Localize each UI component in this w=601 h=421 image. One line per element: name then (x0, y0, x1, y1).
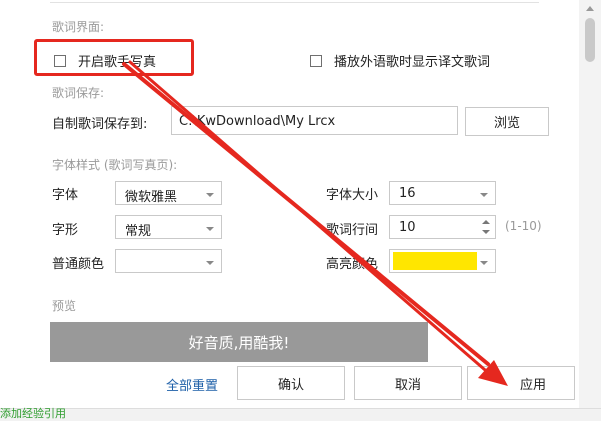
reset-all-link[interactable]: 全部重置 (166, 375, 218, 394)
chevron-down-icon (480, 261, 488, 265)
stepper-down-icon[interactable] (482, 230, 490, 234)
show-translation-label: 播放外语歌时显示译文歌词 (334, 55, 491, 70)
chevron-down-icon (480, 193, 488, 197)
save-path-input[interactable]: C:\KwDownload\My Lrcx (171, 106, 458, 135)
line-spacing-value: 10 (399, 220, 416, 235)
font-shape-label: 字形 (52, 223, 79, 238)
bottom-left-text: 添加经验引用 (0, 407, 66, 420)
font-shape-select[interactable]: 常规 (115, 215, 222, 239)
scrollbar-thumb[interactable] (585, 18, 595, 62)
apply-button[interactable]: 应用 (467, 366, 575, 400)
browse-button[interactable]: 浏览 (465, 107, 549, 136)
chevron-down-icon (206, 227, 214, 231)
confirm-button[interactable]: 确认 (237, 366, 345, 400)
line-spacing-label: 歌词行间 (326, 223, 379, 238)
section-title-lyrics-ui: 歌词界面: (52, 20, 105, 34)
font-select[interactable]: 微软雅黑 (115, 181, 222, 205)
font-label: 字体 (52, 188, 79, 203)
section-title-preview: 预览 (52, 299, 77, 313)
scroll-up-icon[interactable] (586, 6, 594, 11)
font-value: 微软雅黑 (125, 190, 178, 205)
browse-button-label: 浏览 (493, 116, 520, 131)
section-title-font-style: 字体样式 (歌词写真页): (52, 158, 178, 172)
save-path-label: 自制歌词保存到: (52, 117, 148, 132)
cancel-button[interactable]: 取消 (354, 366, 462, 400)
font-size-value: 16 (399, 186, 416, 201)
chevron-down-icon (206, 261, 214, 265)
apply-button-label: 应用 (519, 377, 546, 393)
show-translation-option[interactable]: 播放外语歌时显示译文歌词 (310, 51, 490, 70)
chevron-down-icon (206, 193, 214, 197)
confirm-button-label: 确认 (277, 377, 304, 393)
normal-color-label: 普通颜色 (52, 257, 105, 272)
line-spacing-range-hint: (1-10) (505, 219, 542, 233)
highlight-color-select[interactable] (389, 249, 496, 273)
vertical-scrollbar[interactable] (579, 0, 601, 420)
annotation-highlight-box (34, 39, 194, 76)
font-size-label: 字体大小 (326, 188, 379, 203)
save-path-value: C:\KwDownload\My Lrcx (179, 114, 336, 129)
font-size-select[interactable]: 16 (389, 181, 496, 205)
preview-panel: 好音质,用酷我! (50, 322, 428, 362)
highlight-color-label: 高亮颜色 (326, 257, 379, 272)
normal-color-select[interactable] (115, 249, 222, 273)
line-spacing-stepper[interactable]: 10 (389, 215, 496, 239)
highlight-color-swatch (393, 252, 477, 270)
normal-color-swatch (119, 253, 203, 269)
preview-text: 好音质,用酷我! (188, 333, 290, 352)
section-title-lyrics-save: 歌词保存: (52, 86, 105, 100)
font-shape-value: 常规 (125, 224, 152, 239)
bottom-strip (0, 408, 601, 421)
stepper-up-icon[interactable] (482, 220, 490, 224)
show-translation-checkbox[interactable] (310, 54, 322, 67)
top-divider (50, 2, 539, 3)
cancel-button-label: 取消 (394, 377, 421, 393)
